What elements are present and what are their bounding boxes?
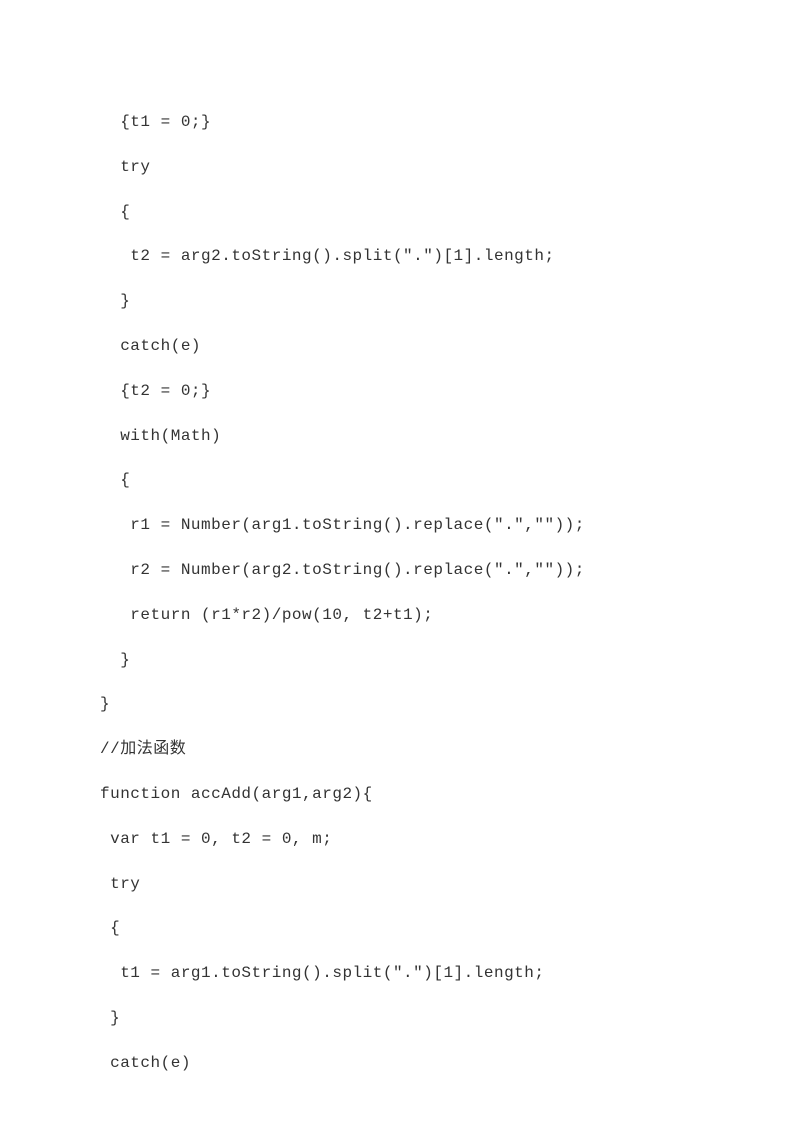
code-line: t1 = arg1.toString().split(".")[1].lengt… [100,951,700,996]
code-line: } [100,638,700,683]
code-line: } [100,996,700,1041]
code-line: with(Math) [100,414,700,459]
code-line: //加法函数 [100,727,700,772]
code-block: {t1 = 0;} try { t2 = arg2.toString().spl… [100,100,700,1086]
code-line: {t2 = 0;} [100,369,700,414]
code-line: t2 = arg2.toString().split(".")[1].lengt… [100,234,700,279]
code-line: { [100,190,700,235]
code-line: return (r1*r2)/pow(10, t2+t1); [100,593,700,638]
code-line: } [100,682,700,727]
code-line: try [100,145,700,190]
code-line: } [100,279,700,324]
code-line: { [100,458,700,503]
code-line: function accAdd(arg1,arg2){ [100,772,700,817]
code-line: catch(e) [100,324,700,369]
code-line: {t1 = 0;} [100,100,700,145]
code-line: { [100,906,700,951]
code-line: var t1 = 0, t2 = 0, m; [100,817,700,862]
code-line: catch(e) [100,1041,700,1086]
code-line: r2 = Number(arg2.toString().replace(".",… [100,548,700,593]
code-line: r1 = Number(arg1.toString().replace(".",… [100,503,700,548]
code-line: try [100,862,700,907]
